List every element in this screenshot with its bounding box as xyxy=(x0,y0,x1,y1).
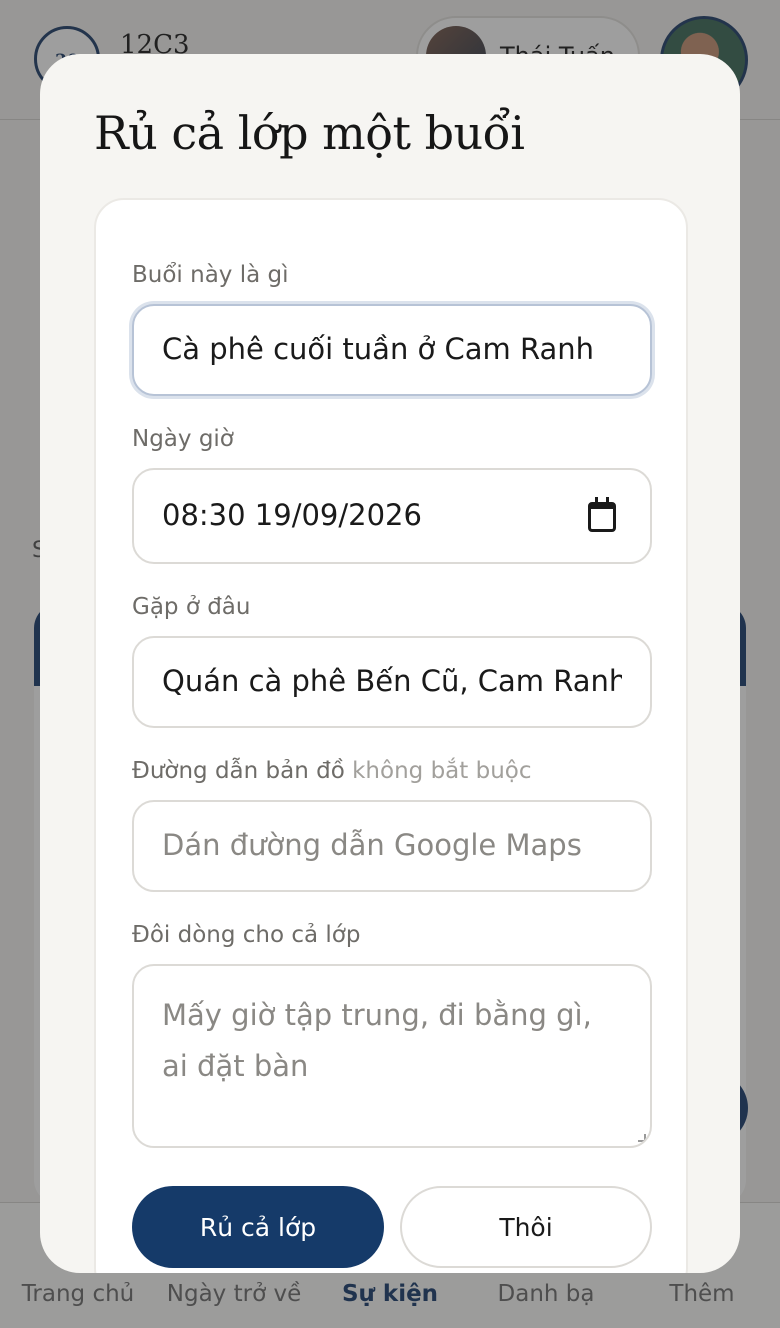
note-label: Đôi dòng cho cả lớp xyxy=(132,922,361,948)
datetime-label: Ngày giờ xyxy=(132,426,234,452)
calendar-icon[interactable] xyxy=(588,497,616,532)
location-value: Quán cà phê Bến Cũ, Cam Ranh xyxy=(162,664,622,698)
map-link-label-text: Đường dẫn bản đồ xyxy=(132,758,345,784)
modal-title: Rủ cả lớp một buổi xyxy=(94,106,525,160)
note-textarea[interactable]: Mấy giờ tập trung, đi bằng gì, ai đặt bà… xyxy=(132,964,652,1148)
resize-handle-icon[interactable] xyxy=(638,1134,646,1142)
event-name-value: Cà phê cuối tuần ở Cam Ranh xyxy=(162,332,595,366)
event-name-label: Buổi này là gì xyxy=(132,262,289,288)
event-name-input[interactable]: Cà phê cuối tuần ở Cam Ranh xyxy=(132,304,652,396)
map-link-input[interactable]: Dán đường dẫn Google Maps xyxy=(132,800,652,892)
optional-tag: không bắt buộc xyxy=(352,758,532,784)
note-placeholder: Mấy giờ tập trung, đi bằng gì, ai đặt bà… xyxy=(162,998,592,1083)
map-link-placeholder: Dán đường dẫn Google Maps xyxy=(162,828,582,862)
event-form: Buổi này là gì Cà phê cuối tuần ở Cam Ra… xyxy=(94,198,688,1273)
location-label: Gặp ở đâu xyxy=(132,594,251,620)
location-input[interactable]: Quán cà phê Bến Cũ, Cam Ranh xyxy=(132,636,652,728)
datetime-input[interactable]: 08:30 19/09/2026 xyxy=(132,468,652,564)
map-link-label: Đường dẫn bản đồ không bắt buộc xyxy=(132,758,531,784)
datetime-value: 08:30 19/09/2026 xyxy=(162,498,422,532)
cancel-button[interactable]: Thôi xyxy=(400,1186,652,1268)
create-event-modal: Rủ cả lớp một buổi Buổi này là gì Cà phê… xyxy=(40,54,740,1273)
submit-invite-button[interactable]: Rủ cả lớp xyxy=(132,1186,384,1268)
